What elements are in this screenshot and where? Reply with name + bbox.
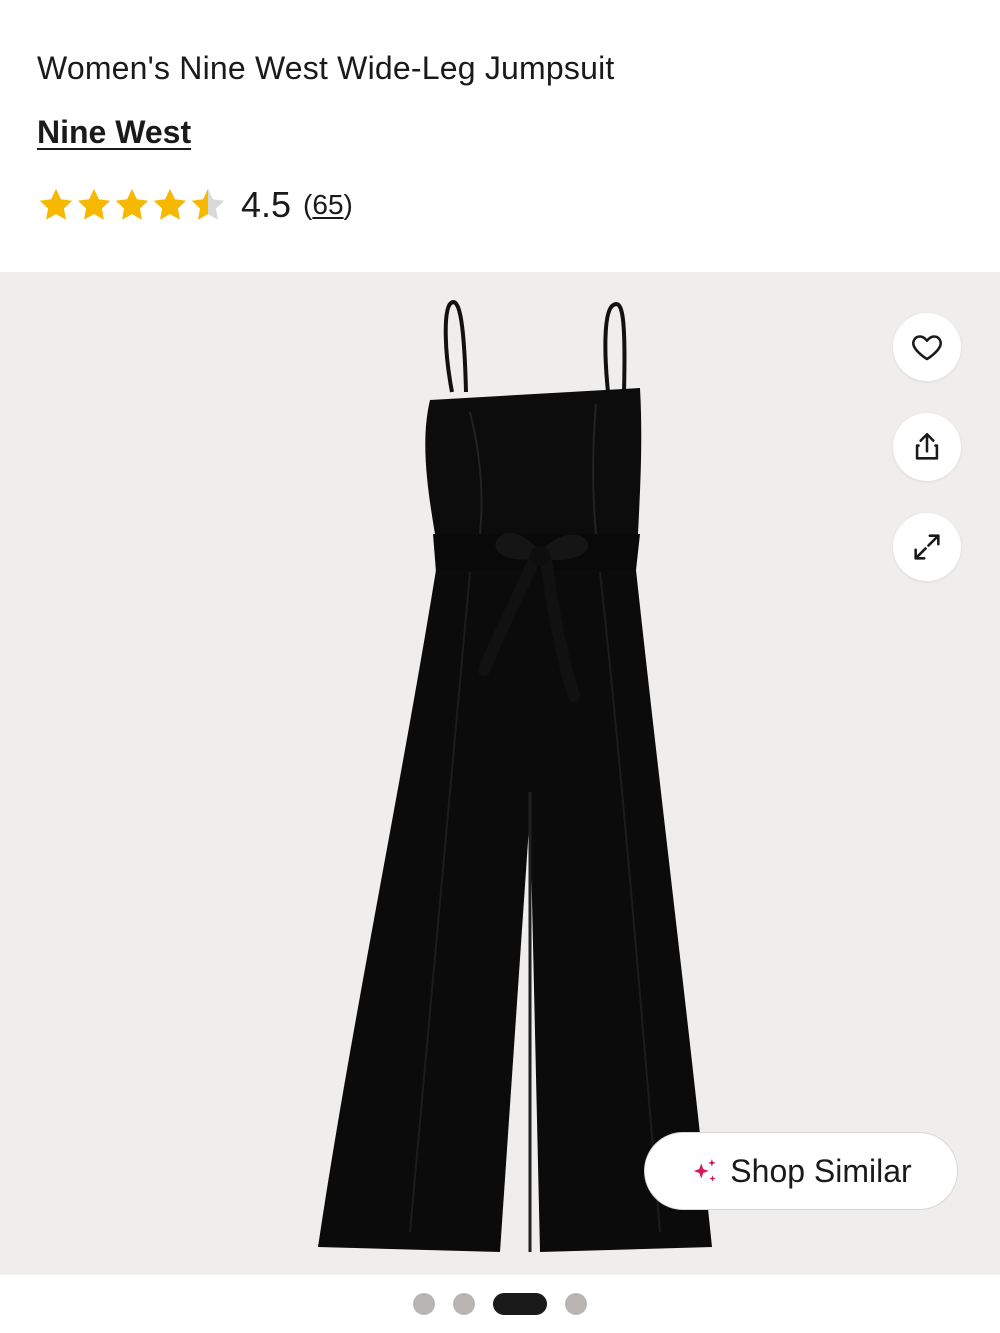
star-icon xyxy=(153,188,187,220)
star-icon xyxy=(115,188,149,220)
star-icon xyxy=(77,188,111,220)
rating-value: 4.5 xyxy=(241,184,292,225)
review-count-link[interactable]: (65) xyxy=(303,189,353,221)
shop-similar-button[interactable]: Shop Similar xyxy=(644,1132,958,1210)
star-icon xyxy=(39,188,73,220)
pagination-dot[interactable] xyxy=(565,1293,587,1315)
product-header: Women's Nine West Wide-Leg Jumpsuit Nine… xyxy=(0,0,1000,272)
share-button[interactable] xyxy=(893,413,961,481)
expand-button[interactable] xyxy=(893,513,961,581)
favorite-button[interactable] xyxy=(893,313,961,381)
rating-row[interactable]: 4.5 (65) xyxy=(37,182,353,228)
star-rating xyxy=(37,186,227,224)
product-image-gallery[interactable]: Shop Similar xyxy=(0,272,1000,1275)
review-count-open: ( xyxy=(303,189,313,220)
expand-icon xyxy=(914,534,940,560)
shop-similar-label: Shop Similar xyxy=(730,1152,912,1189)
brand-link[interactable]: Nine West xyxy=(37,114,191,151)
pagination-dot-active[interactable] xyxy=(493,1293,547,1315)
heart-icon xyxy=(912,335,942,361)
share-icon xyxy=(915,432,939,460)
black-jumpsuit-image xyxy=(318,300,712,1252)
sparkle-icon xyxy=(694,1159,716,1182)
product-title: Women's Nine West Wide-Leg Jumpsuit xyxy=(37,50,615,86)
pagination-dot[interactable] xyxy=(413,1293,435,1315)
image-pagination xyxy=(0,1275,1000,1333)
review-count: 65 xyxy=(312,189,344,220)
half-star-icon xyxy=(191,188,225,220)
pagination-dot[interactable] xyxy=(453,1293,475,1315)
review-count-close: ) xyxy=(343,189,353,220)
